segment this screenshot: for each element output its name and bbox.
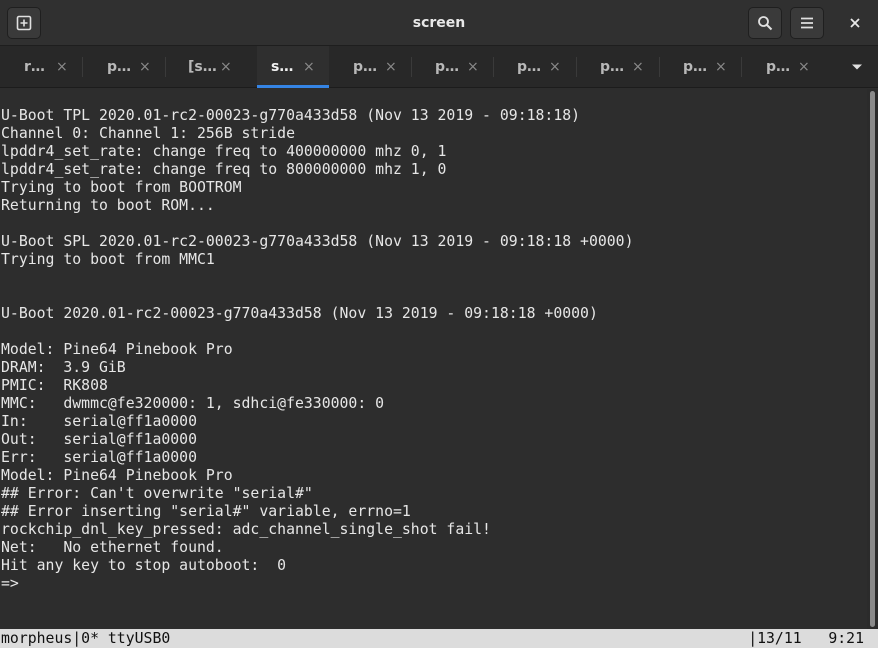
terminal-line: lpddr4_set_rate: change freq to 80000000… — [1, 161, 447, 178]
screen-status-line: morpheus|0* ttyUSB0 |13/11 9:21 — [0, 629, 878, 648]
main-menu-button[interactable] — [790, 7, 824, 39]
close-icon — [850, 18, 860, 28]
tab-4[interactable]: p… × — [329, 46, 411, 88]
tab-close-icon[interactable]: × — [303, 59, 315, 75]
tab-close-icon[interactable]: × — [139, 59, 151, 75]
terminal-line: Model: Pine64 Pinebook Pro — [1, 341, 233, 358]
terminal-line: U-Boot SPL 2020.01-rc2-00023-g770a433d58… — [1, 233, 634, 250]
tab-close-icon[interactable]: × — [220, 59, 232, 75]
tab-7[interactable]: p… × — [576, 46, 658, 88]
terminal-line: Returning to boot ROM... — [1, 197, 215, 214]
tab-label: p… — [107, 59, 132, 75]
terminal-line: Channel 0: Channel 1: 256B stride — [1, 125, 295, 142]
tab-8[interactable]: p… × — [659, 46, 741, 88]
tab-close-icon[interactable]: × — [385, 59, 397, 75]
terminal-line: => — [1, 575, 19, 592]
tab-close-icon[interactable]: × — [467, 59, 479, 75]
close-window-button[interactable] — [840, 7, 870, 39]
tabs-dropdown-button[interactable] — [846, 46, 868, 88]
tab-label: [s… — [188, 59, 217, 75]
tab-label: p… — [517, 59, 542, 75]
hamburger-menu-icon — [801, 17, 813, 29]
tab-label: r… — [24, 59, 45, 75]
tab-close-icon[interactable]: × — [632, 59, 644, 75]
tab-close-icon[interactable]: × — [56, 59, 68, 75]
tab-bar: r… × p… × [s… × s… × p… × p… × p… × p… ×… — [0, 46, 878, 88]
status-right-text: |13/11 9:21 — [748, 630, 864, 647]
terminal-line: U-Boot TPL 2020.01-rc2-00023-g770a433d58… — [1, 107, 581, 124]
terminal-line: Trying to boot from MMC1 — [1, 251, 215, 268]
terminal-line: PMIC: RK808 — [1, 377, 108, 394]
tab-label: s… — [271, 59, 294, 75]
tab-label: p… — [600, 59, 625, 75]
terminal-line: ## Error inserting "serial#" variable, e… — [1, 503, 411, 520]
tab-6[interactable]: p… × — [493, 46, 575, 88]
scrollbar-thumb[interactable] — [870, 91, 875, 627]
tab-label: p… — [683, 59, 708, 75]
tab-1[interactable]: p… × — [83, 46, 165, 88]
terminal-line: Trying to boot from BOOTROM — [1, 179, 242, 196]
terminal-scrollbar[interactable] — [867, 89, 878, 629]
tab-label: p… — [353, 59, 378, 75]
search-button[interactable] — [748, 7, 782, 39]
terminal-line: Out: serial@ff1a0000 — [1, 431, 197, 448]
window-title: screen — [412, 15, 466, 31]
terminal-line: ## Error: Can't overwrite "serial#" — [1, 485, 313, 502]
tab-close-icon[interactable]: × — [549, 59, 561, 75]
tab-label: p… — [435, 59, 460, 75]
tab-2[interactable]: [s… × — [164, 46, 246, 88]
terminal-line: U-Boot 2020.01-rc2-00023-g770a433d58 (No… — [1, 305, 598, 322]
terminal-output: U-Boot TPL 2020.01-rc2-00023-g770a433d58… — [1, 107, 634, 593]
status-left-text: morpheus|0* ttyUSB0 — [1, 630, 171, 647]
terminal-line: MMC: dwmmc@fe320000: 1, sdhci@fe330000: … — [1, 395, 385, 412]
header-bar: screen — [0, 0, 878, 46]
terminal-line: In: serial@ff1a0000 — [1, 413, 197, 430]
terminal-line: rockchip_dnl_key_pressed: adc_channel_si… — [1, 521, 491, 538]
terminal-line: Net: No ethernet found. — [1, 539, 224, 556]
terminal-line: DRAM: 3.9 GiB — [1, 359, 126, 376]
tab-3-active[interactable]: s… × — [257, 46, 329, 88]
chevron-down-icon — [852, 64, 862, 70]
terminal-line: Model: Pine64 Pinebook Pro — [1, 467, 233, 484]
new-tab-icon — [16, 15, 32, 31]
tab-5[interactable]: p… × — [411, 46, 493, 88]
terminal-line: Err: serial@ff1a0000 — [1, 449, 197, 466]
tab-close-icon[interactable]: × — [715, 59, 727, 75]
tab-label: p… — [766, 59, 791, 75]
new-tab-button[interactable] — [7, 7, 41, 39]
tab-9[interactable]: p… × — [742, 46, 824, 88]
active-tab-indicator — [257, 85, 329, 88]
terminal-line: lpddr4_set_rate: change freq to 40000000… — [1, 143, 447, 160]
terminal-line: Hit any key to stop autoboot: 0 — [1, 557, 287, 574]
terminal-view[interactable]: U-Boot TPL 2020.01-rc2-00023-g770a433d58… — [0, 89, 867, 629]
tab-0[interactable]: r… × — [0, 46, 82, 88]
tab-close-icon[interactable]: × — [798, 59, 810, 75]
search-icon — [758, 16, 773, 31]
